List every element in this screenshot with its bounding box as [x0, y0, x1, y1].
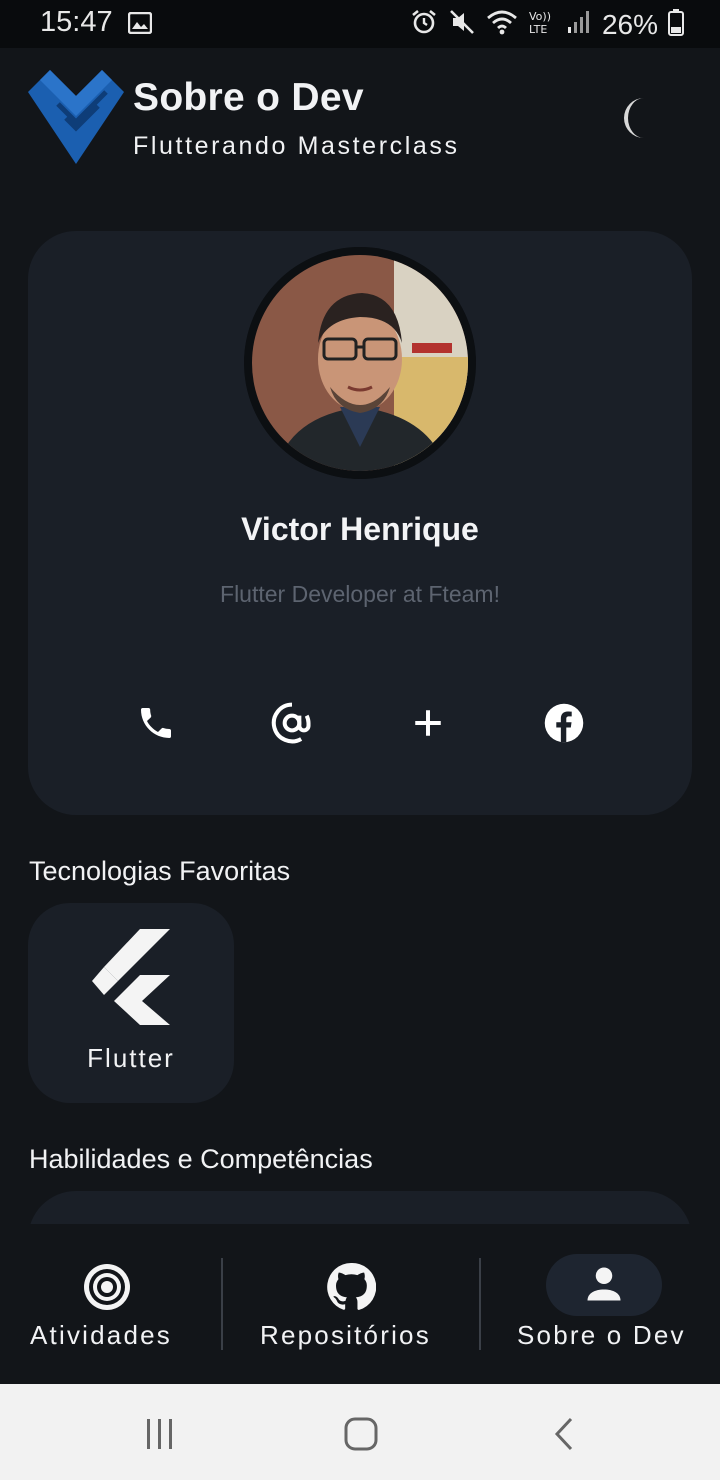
- target-icon: [82, 1262, 132, 1317]
- volte-icon: Vo)) LTE: [528, 8, 556, 41]
- svg-text:LTE: LTE: [529, 23, 547, 36]
- theme-toggle-button[interactable]: [620, 96, 664, 140]
- recent-apps-icon: [147, 1419, 172, 1449]
- phone-button[interactable]: [128, 699, 184, 747]
- status-icons: Vo)) LTE 26%: [410, 8, 684, 41]
- home-button[interactable]: [337, 1410, 385, 1458]
- add-contact-button[interactable]: [400, 699, 456, 747]
- person-icon: [582, 1262, 626, 1311]
- phone-icon: [141, 708, 171, 738]
- system-navigation-bar: [0, 1384, 720, 1480]
- dev-name: Victor Henrique: [241, 511, 479, 547]
- nav-label: Repositórios: [260, 1320, 431, 1350]
- status-bar: 15:47 Vo)) LTE 26%: [0, 0, 720, 48]
- contact-actions: [28, 699, 692, 747]
- page-title: Sobre o Dev: [133, 76, 364, 119]
- profile-card: Victor Henrique Flutter Developer at Fte…: [28, 231, 692, 815]
- flutterando-logo: [28, 70, 124, 164]
- moon-icon: [624, 98, 644, 138]
- nav-label: Sobre o Dev: [517, 1320, 686, 1350]
- tech-card-flutter[interactable]: Flutter: [28, 903, 234, 1103]
- flutter-icon: [92, 929, 170, 1032]
- skills-title: Habilidades e Competências: [29, 1144, 373, 1174]
- wifi-icon: [486, 8, 518, 41]
- battery-percent: 26%: [601, 8, 658, 40]
- battery-icon: [668, 8, 684, 41]
- status-time: 15:47: [40, 6, 113, 38]
- svg-text:Vo)): Vo)): [529, 10, 551, 23]
- email-button[interactable]: [264, 699, 320, 747]
- image-icon: [127, 11, 153, 39]
- technologies-title: Tecnologias Favoritas: [29, 856, 291, 886]
- page-subtitle: Flutterando Masterclass: [133, 132, 460, 160]
- mute-icon: [448, 8, 476, 41]
- signal-icon: [566, 9, 592, 40]
- home-icon: [344, 1417, 378, 1451]
- avatar: [244, 247, 476, 479]
- recent-apps-button[interactable]: [136, 1410, 184, 1458]
- tech-label: Flutter: [87, 1043, 175, 1073]
- back-button[interactable]: [540, 1410, 588, 1458]
- back-icon: [554, 1417, 573, 1451]
- nav-label: Atividades: [30, 1320, 172, 1350]
- nav-item-repositorios[interactable]: Repositórios: [224, 1224, 478, 1384]
- nav-divider: [221, 1258, 223, 1350]
- at-icon: [271, 702, 311, 744]
- bottom-navigation: Atividades Repositórios Sobre o Dev: [0, 1224, 720, 1384]
- nav-item-atividades[interactable]: Atividades: [0, 1224, 220, 1384]
- github-icon: [326, 1262, 377, 1317]
- plus-icon: [415, 710, 441, 736]
- nav-divider: [479, 1258, 481, 1350]
- dev-role: Flutter Developer at Fteam!: [220, 581, 500, 607]
- active-indicator: [546, 1254, 662, 1316]
- facebook-icon: [544, 703, 584, 743]
- facebook-button[interactable]: [536, 699, 592, 747]
- alarm-icon: [410, 8, 438, 41]
